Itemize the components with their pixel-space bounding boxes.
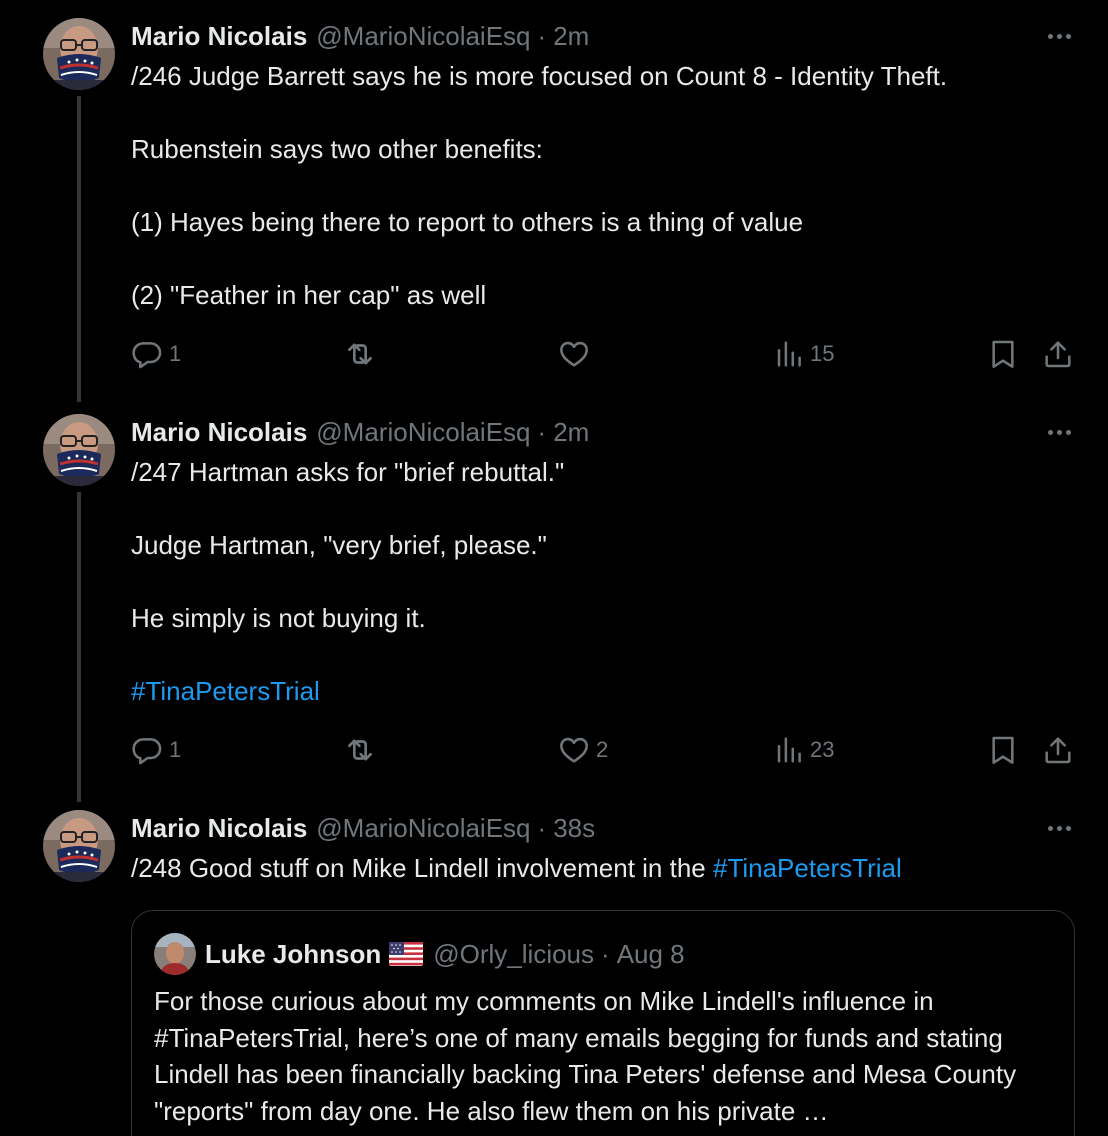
quoted-tweet-header: Luke Johnson @Orly_licious · Aug 8 <box>205 935 685 973</box>
bookmark-button[interactable] <box>987 334 1019 374</box>
separator-dot: · <box>537 416 547 447</box>
more-options-icon[interactable] <box>1042 420 1076 444</box>
reply-button[interactable]: 1 <box>131 730 181 770</box>
separator-dot: · <box>601 938 610 969</box>
heart-icon <box>558 734 590 766</box>
quoted-tweet[interactable]: Luke Johnson @Orly_licious · Aug 8 For t… <box>131 910 1075 1136</box>
author-handle[interactable]: @Orly_licious <box>433 939 594 970</box>
timestamp[interactable]: 2m <box>553 417 589 448</box>
repost-button[interactable] <box>343 730 377 770</box>
tweet-thread: Mario Nicolais @MarioNicolaiEsq · 2m /24… <box>0 0 1108 1136</box>
share-icon <box>1042 338 1074 370</box>
bookmark-icon <box>987 734 1019 766</box>
tweet-paragraph: Rubenstein says two other benefits: <box>131 134 543 164</box>
view-count: 15 <box>810 341 835 366</box>
tweet-header: Mario Nicolais @MarioNicolaiEsq · 38s <box>131 810 595 846</box>
views-chart-icon <box>774 339 804 369</box>
share-icon <box>1042 734 1074 766</box>
tweet[interactable]: Mario Nicolais @MarioNicolaiEsq · 2m /24… <box>0 18 1108 398</box>
more-options-icon[interactable] <box>1042 24 1076 48</box>
tweet-header: Mario Nicolais @MarioNicolaiEsq · 2m <box>131 18 589 54</box>
more-options-icon[interactable] <box>1042 816 1076 840</box>
author-name[interactable]: Mario Nicolais <box>131 417 307 448</box>
author-name[interactable]: Mario Nicolais <box>131 21 307 52</box>
avatar[interactable] <box>43 414 115 486</box>
reply-icon <box>131 734 163 766</box>
reply-count: 1 <box>169 737 182 762</box>
author-name[interactable]: Mario Nicolais <box>131 813 307 844</box>
reply-icon <box>131 338 163 370</box>
share-button[interactable] <box>1042 730 1074 770</box>
reply-button[interactable]: 1 <box>131 334 181 374</box>
avatar[interactable] <box>43 18 115 90</box>
like-count: 2 <box>596 737 609 762</box>
tweet-paragraph: (1) Hayes being there to report to other… <box>131 207 804 237</box>
action-bar: 1 2 23 <box>0 730 1108 770</box>
timestamp[interactable]: Aug 8 <box>617 939 685 970</box>
view-count: 23 <box>810 737 835 762</box>
timestamp[interactable]: 2m <box>553 21 589 52</box>
like-button[interactable] <box>558 334 590 374</box>
views-chart-icon <box>774 735 804 765</box>
quoted-tweet-text: For those curious about my comments on M… <box>154 986 1017 1126</box>
repost-icon <box>343 733 377 767</box>
action-bar: 1 15 <box>0 334 1108 374</box>
tweet-text: /246 Judge Barrett says he is more focus… <box>131 58 1061 313</box>
author-handle[interactable]: @MarioNicolaiEsq <box>316 21 530 52</box>
hashtag-link[interactable]: #TinaPetersTrial <box>713 853 902 883</box>
author-name[interactable]: Luke Johnson <box>205 939 381 970</box>
timestamp[interactable]: 38s <box>553 813 595 844</box>
tweet-text: /247 Hartman asks for "brief rebuttal." … <box>131 454 1061 709</box>
heart-icon <box>558 338 590 370</box>
us-flag-icon <box>389 942 424 966</box>
tweet-paragraph: /246 Judge Barrett says he is more focus… <box>131 61 948 91</box>
author-handle[interactable]: @MarioNicolaiEsq <box>316 813 530 844</box>
views-button[interactable]: 23 <box>774 730 834 770</box>
views-button[interactable]: 15 <box>774 334 834 374</box>
avatar[interactable] <box>154 933 196 975</box>
tweet-paragraph: /248 Good stuff on Mike Lindell involvem… <box>131 853 713 883</box>
tweet-paragraph: He simply is not buying it. <box>131 603 426 633</box>
separator-dot: · <box>537 20 547 51</box>
tweet[interactable]: Mario Nicolais @MarioNicolaiEsq · 2m /24… <box>0 414 1108 794</box>
tweet-paragraph: Judge Hartman, "very brief, please." <box>131 530 547 560</box>
bookmark-button[interactable] <box>987 730 1019 770</box>
tweet-paragraph: /247 Hartman asks for "brief rebuttal." <box>131 457 565 487</box>
separator-dot: · <box>537 812 547 843</box>
repost-icon <box>343 337 377 371</box>
like-button[interactable]: 2 <box>558 730 608 770</box>
reply-count: 1 <box>169 341 182 366</box>
share-button[interactable] <box>1042 334 1074 374</box>
avatar[interactable] <box>43 810 115 882</box>
hashtag-link[interactable]: #TinaPetersTrial <box>131 676 320 706</box>
tweet-paragraph: (2) "Feather in her cap" as well <box>131 280 487 310</box>
tweet-header: Mario Nicolais @MarioNicolaiEsq · 2m <box>131 414 589 450</box>
tweet-text: /248 Good stuff on Mike Lindell involvem… <box>131 850 1061 886</box>
bookmark-icon <box>987 338 1019 370</box>
repost-button[interactable] <box>343 334 377 374</box>
author-handle[interactable]: @MarioNicolaiEsq <box>316 417 530 448</box>
